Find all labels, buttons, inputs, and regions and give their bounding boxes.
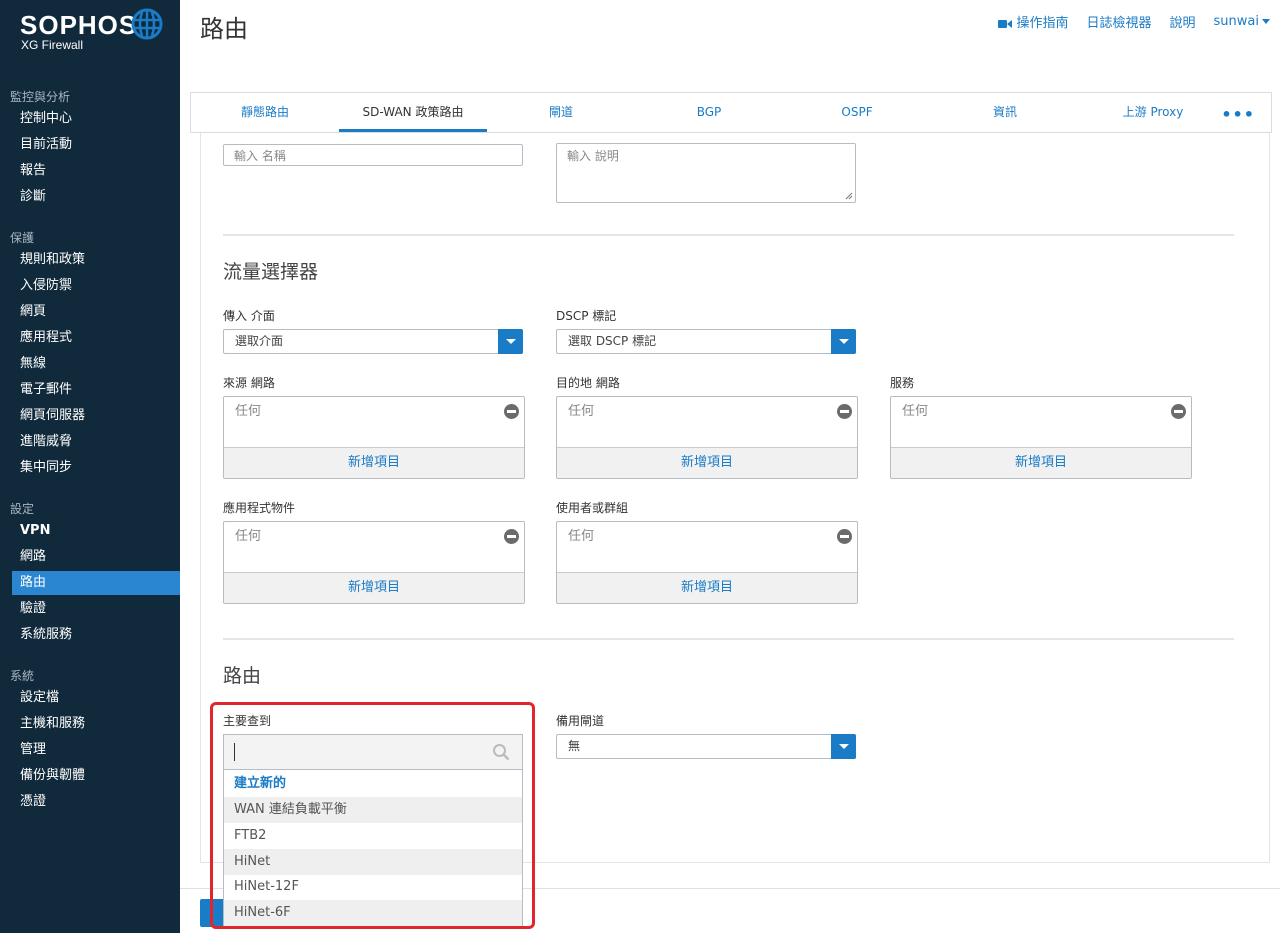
remove-icon[interactable] (1171, 404, 1186, 419)
nav-section-monitor: 監控與分析 (10, 90, 71, 104)
brand-name: SOPHOS (20, 10, 138, 40)
video-camera-icon (998, 19, 1013, 28)
routing-tabs: 靜態路由 SD-WAN 政策路由 閘道 BGP OSPF 資訊 上游 Proxy… (190, 92, 1272, 133)
services-list: 任何 新增項目 (890, 396, 1192, 479)
remove-icon[interactable] (504, 404, 519, 419)
section-divider (223, 234, 1234, 236)
list-item: 任何 (235, 404, 262, 419)
add-item-button[interactable]: 新增項目 (557, 572, 857, 603)
guide-link-label: 操作指南 (1016, 16, 1069, 31)
sidebar-item-diagnostics[interactable]: 診斷 (12, 185, 180, 209)
sidebar-item-routing[interactable]: 路由 (12, 571, 180, 595)
list-item: 任何 (568, 404, 595, 419)
sidebar-item-current-activity[interactable]: 目前活動 (12, 133, 180, 157)
sophos-logo[interactable]: SOPHOS XG Firewall (20, 8, 170, 58)
list-item: 任何 (235, 529, 262, 544)
sidebar-item-applications[interactable]: 應用程式 (12, 326, 180, 350)
incoming-interface-value: 選取介面 (235, 334, 284, 348)
users-groups-label: 使用者或群組 (556, 501, 629, 515)
services-label: 服務 (890, 376, 915, 390)
guide-link[interactable]: 操作指南 (998, 12, 1069, 31)
sidebar-item-system-services[interactable]: 系統服務 (12, 623, 180, 647)
destination-networks-list: 任何 新增項目 (556, 396, 858, 479)
remove-icon[interactable] (504, 529, 519, 544)
sidebar-item-control-center[interactable]: 控制中心 (12, 107, 180, 131)
sidebar-item-rules-policies[interactable]: 規則和政策 (12, 248, 180, 272)
description-placeholder: 輸入 說明 (567, 149, 619, 163)
sidebar-item-web[interactable]: 網頁 (12, 300, 180, 324)
add-item-button[interactable]: 新增項目 (224, 447, 524, 478)
add-item-button[interactable]: 新增項目 (224, 572, 524, 603)
name-field[interactable]: 輸入 名稱 (223, 144, 523, 166)
dscp-marking-value: 選取 DSCP 標記 (568, 334, 657, 348)
backup-gateway-select[interactable]: 無 (556, 734, 856, 759)
nav-section-protect: 保護 (10, 231, 35, 245)
tab-gateways[interactable]: 閘道 (487, 93, 635, 132)
highlight-annotation (210, 702, 535, 929)
tab-bgp[interactable]: BGP (635, 93, 783, 132)
remove-icon[interactable] (837, 529, 852, 544)
caret-down-icon (1262, 19, 1270, 24)
sidebar-item-advanced-threat[interactable]: 進階威脅 (12, 430, 180, 454)
incoming-interface-label: 傳入 介面 (223, 309, 275, 323)
tab-ospf[interactable]: OSPF (783, 93, 931, 132)
help-link[interactable]: 說明 (1170, 12, 1196, 31)
sidebar-item-backup-firmware[interactable]: 備份與韌體 (12, 764, 180, 788)
description-field[interactable]: 輸入 說明 (556, 143, 856, 203)
destination-networks-label: 目的地 網路 (556, 376, 620, 390)
backup-gateway-label: 備用閘道 (556, 714, 605, 728)
application-object-list: 任何 新增項目 (223, 521, 525, 604)
resize-handle-icon[interactable] (845, 192, 853, 200)
chevron-down-icon[interactable] (831, 329, 856, 354)
routing-section-title: 路由 (223, 665, 262, 687)
users-groups-list: 任何 新增項目 (556, 521, 858, 604)
list-item: 任何 (902, 404, 929, 419)
globe-logo-icon (131, 8, 163, 40)
product-name: XG Firewall (21, 38, 84, 52)
top-links: 操作指南 日誌檢視器 說明 sunwai (998, 12, 1270, 31)
source-networks-list: 任何 新增項目 (223, 396, 525, 479)
tab-upstream-proxy[interactable]: 上游 Proxy (1079, 93, 1227, 132)
chevron-down-icon[interactable] (498, 329, 523, 354)
sidebar-item-authentication[interactable]: 驗證 (12, 597, 180, 621)
nav-section-system: 系統 (10, 669, 35, 683)
dscp-marking-select[interactable]: 選取 DSCP 標記 (556, 329, 856, 354)
remove-icon[interactable] (837, 404, 852, 419)
sidebar: SOPHOS XG Firewall 監控與分析 控制中心 目前活動 報告 診斷… (0, 0, 180, 933)
chevron-down-icon[interactable] (831, 734, 856, 759)
more-tabs-icon[interactable]: ••• (1221, 105, 1255, 124)
sidebar-item-email[interactable]: 電子郵件 (12, 378, 180, 402)
list-item: 任何 (568, 529, 595, 544)
sidebar-item-certificates[interactable]: 憑證 (12, 790, 180, 814)
source-networks-label: 來源 網路 (223, 376, 275, 390)
sidebar-item-hosts-services[interactable]: 主機和服務 (12, 712, 180, 736)
sidebar-item-wireless[interactable]: 無線 (12, 352, 180, 376)
user-menu[interactable]: sunwai (1214, 14, 1270, 29)
add-item-button[interactable]: 新增項目 (891, 447, 1191, 478)
page-title: 路由 (200, 15, 248, 43)
sidebar-item-web-server[interactable]: 網頁伺服器 (12, 404, 180, 428)
user-name: sunwai (1213, 14, 1259, 29)
sidebar-item-network[interactable]: 網路 (12, 545, 180, 569)
backup-gateway-value: 無 (568, 739, 581, 753)
nav-section-configure: 設定 (10, 502, 35, 516)
sidebar-item-intrusion-prevention[interactable]: 入侵防禦 (12, 274, 180, 298)
dscp-marking-label: DSCP 標記 (556, 309, 617, 323)
traffic-selector-title: 流量選擇器 (223, 261, 319, 283)
sidebar-item-profiles[interactable]: 設定檔 (12, 686, 180, 710)
sidebar-item-administration[interactable]: 管理 (12, 738, 180, 762)
tab-static-routing[interactable]: 靜態路由 (191, 93, 339, 132)
incoming-interface-select[interactable]: 選取介面 (223, 329, 523, 354)
tab-sdwan-policy-routing[interactable]: SD-WAN 政策路由 (339, 93, 487, 132)
application-object-label: 應用程式物件 (223, 501, 296, 515)
tab-information[interactable]: 資訊 (931, 93, 1079, 132)
sidebar-item-reports[interactable]: 報告 (12, 159, 180, 183)
log-viewer-link[interactable]: 日誌檢視器 (1087, 12, 1152, 31)
section-divider (223, 638, 1234, 640)
sidebar-item-central-sync[interactable]: 集中同步 (12, 456, 180, 480)
add-item-button[interactable]: 新增項目 (557, 447, 857, 478)
sidebar-item-vpn[interactable]: VPN (12, 519, 180, 543)
